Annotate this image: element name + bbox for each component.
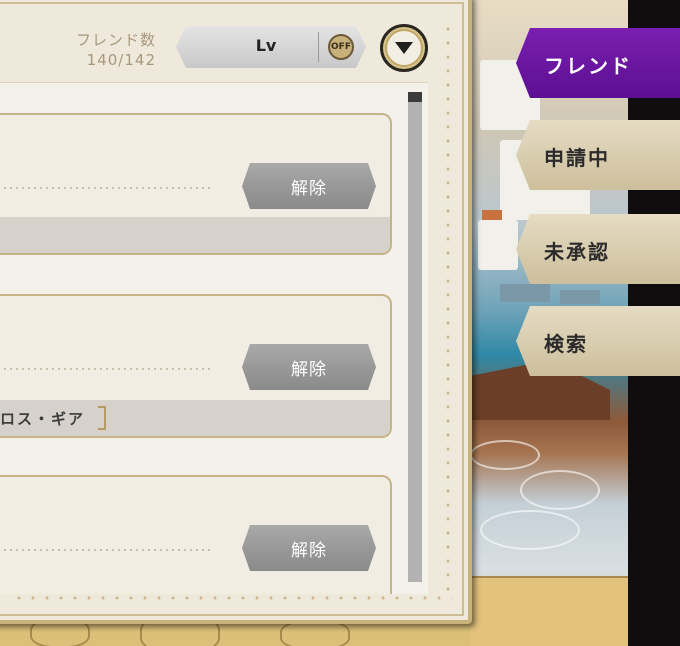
sort-label: Lv: [255, 36, 277, 55]
tab-pending[interactable]: 申請中: [516, 120, 680, 190]
scrollbar-thumb[interactable]: [408, 92, 422, 102]
list-scrollbar[interactable]: [408, 92, 422, 582]
tab-unapproved[interactable]: 未承認: [516, 214, 680, 284]
friend-count-label: フレンド数: [75, 31, 156, 49]
friend-card[interactable]: 解除 ロス・ギア: [0, 294, 392, 438]
tab-search[interactable]: 検索: [516, 306, 680, 376]
friend-support-label: ロス・ギア: [0, 410, 86, 428]
sort-selector[interactable]: Lv OFF: [176, 26, 366, 68]
friend-card[interactable]: 解除: [0, 113, 392, 255]
friend-count: フレンド数 140/142: [40, 30, 156, 70]
friend-card[interactable]: 解除: [0, 475, 392, 594]
release-button[interactable]: 解除: [242, 344, 376, 390]
chevron-down-icon: [395, 42, 413, 54]
friend-count-value: 140/142: [86, 51, 156, 69]
tab-friends[interactable]: フレンド: [516, 28, 680, 98]
sort-dropdown-button[interactable]: [380, 24, 428, 72]
friend-list: 解除 解除 ロス・ギア 解除: [0, 82, 428, 594]
friend-card-footer: ロス・ギア: [0, 400, 390, 436]
panel-dot-border-bottom: [12, 596, 452, 600]
sort-order-toggle[interactable]: OFF: [328, 34, 354, 60]
release-button[interactable]: 解除: [242, 163, 376, 209]
release-button[interactable]: 解除: [242, 525, 376, 571]
panel-dot-border: [446, 22, 450, 602]
friend-card-footer: [0, 217, 390, 253]
